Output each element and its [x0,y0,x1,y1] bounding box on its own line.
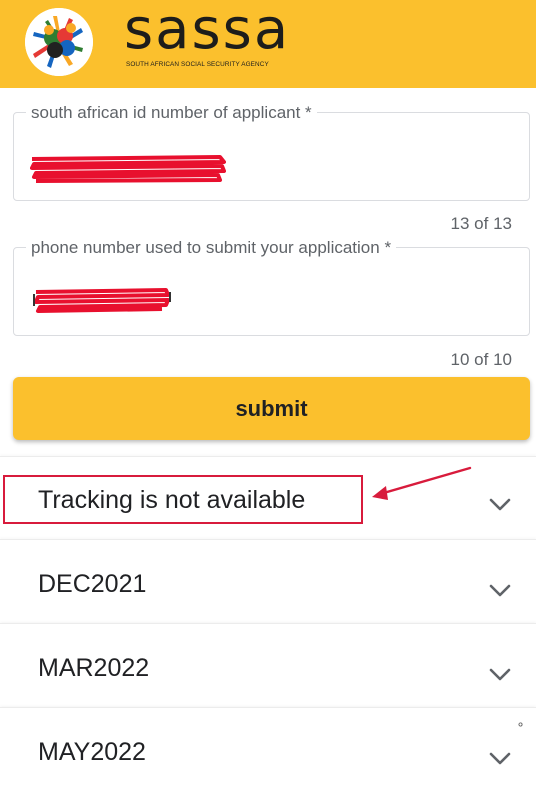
accordion-item-label: MAR2022 [38,654,150,682]
annotation-arrow-icon [372,466,472,500]
accordion-item-mar2022[interactable]: MAR2022 [0,623,536,706]
phone-number-label: phone number used to submit your applica… [26,238,397,258]
sassa-logo [25,8,93,76]
redacted-value-scribble [30,155,226,183]
brand-name: sassa [124,0,291,62]
chevron-down-icon[interactable] [489,498,511,512]
sassa-status-page: sassa SOUTH AFRICAN SOCIAL SECURITY AGEN… [0,0,536,789]
small-dot-icon [518,722,523,727]
chevron-down-icon[interactable] [489,668,511,682]
accordion-item-label: MAY2022 [38,738,146,766]
id-number-counter: 13 of 13 [450,214,512,233]
annotation-highlight-box [3,475,363,524]
brand-subtitle: SOUTH AFRICAN SOCIAL SECURITY AGENCY [126,61,269,68]
accordion-item-dec2021[interactable]: DEC2021 [0,539,536,622]
hands-logo-icon [25,8,93,76]
accordion-item-label: DEC2021 [38,570,147,598]
submit-button[interactable]: submit [13,377,530,440]
chevron-down-icon[interactable] [489,752,511,766]
id-number-label: south african id number of applicant * [26,103,317,123]
phone-number-field[interactable]: phone number used to submit your applica… [13,238,530,336]
id-number-field[interactable]: south african id number of applicant * [13,103,530,201]
accordion-item-may2022[interactable]: MAY2022 [0,707,536,789]
header: sassa SOUTH AFRICAN SOCIAL SECURITY AGEN… [0,0,536,88]
redacted-value-scribble [33,288,171,313]
chevron-down-icon[interactable] [489,584,511,598]
phone-number-counter: 10 of 10 [450,350,512,369]
